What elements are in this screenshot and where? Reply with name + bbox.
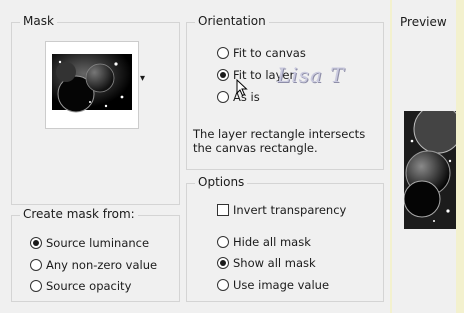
mask-image xyxy=(52,54,132,113)
preview-title: Preview xyxy=(400,15,447,29)
create-mask-group: Create mask from: Source luminance Any n… xyxy=(11,207,180,302)
radio-label: Fit to canvas xyxy=(233,46,306,60)
radio-hide-all-mask[interactable]: Hide all mask xyxy=(217,235,311,249)
mask-thumbnail[interactable] xyxy=(45,41,139,129)
radio-any-non-zero-value[interactable]: Any non-zero value xyxy=(30,258,157,272)
radio-indicator[interactable] xyxy=(217,47,229,59)
radio-dot xyxy=(220,260,226,266)
checkbox-label: Invert transparency xyxy=(233,203,347,217)
radio-indicator[interactable] xyxy=(30,259,42,271)
radio-label: Hide all mask xyxy=(233,235,311,249)
options-group: Options Invert transparency Hide all mas… xyxy=(186,175,384,302)
orientation-group-title: Orientation xyxy=(195,14,269,28)
radio-use-image-value[interactable]: Use image value xyxy=(217,278,329,292)
radio-indicator[interactable] xyxy=(217,279,229,291)
preview-panel: Preview xyxy=(392,0,456,313)
radio-label: Source luminance xyxy=(46,236,150,250)
radio-indicator[interactable] xyxy=(30,237,42,249)
radio-label: Show all mask xyxy=(233,256,316,270)
radio-indicator[interactable] xyxy=(30,280,42,292)
mask-group: Mask ▾ xyxy=(11,14,180,205)
checkbox-indicator[interactable] xyxy=(217,204,229,216)
options-group-title: Options xyxy=(195,175,248,189)
radio-source-opacity[interactable]: Source opacity xyxy=(30,279,131,293)
radio-dot xyxy=(33,240,39,246)
radio-show-all-mask[interactable]: Show all mask xyxy=(217,256,316,270)
radio-fit-to-canvas[interactable]: Fit to canvas xyxy=(217,46,306,60)
watermark-text: Lisa T xyxy=(277,63,345,87)
orientation-group: Orientation Fit to canvas Fit to layer A… xyxy=(186,14,384,170)
radio-label: Any non-zero value xyxy=(46,258,158,272)
radio-dot xyxy=(220,72,226,78)
radio-indicator[interactable] xyxy=(217,236,229,248)
radio-indicator[interactable] xyxy=(217,69,229,81)
checkbox-invert-transparency[interactable]: Invert transparency xyxy=(217,203,346,217)
mouse-cursor-icon xyxy=(236,79,248,97)
radio-label: Source opacity xyxy=(46,279,132,293)
mask-group-title: Mask xyxy=(20,14,57,28)
radio-indicator[interactable] xyxy=(217,257,229,269)
radio-indicator[interactable] xyxy=(217,91,229,103)
create-mask-group-title: Create mask from: xyxy=(20,207,138,221)
preview-image xyxy=(404,111,456,229)
radio-label: Use image value xyxy=(233,278,330,292)
mask-dropdown-arrow[interactable]: ▾ xyxy=(140,73,145,84)
orientation-description: The layer rectangle intersects the canva… xyxy=(193,127,366,155)
radio-source-luminance[interactable]: Source luminance xyxy=(30,236,149,250)
